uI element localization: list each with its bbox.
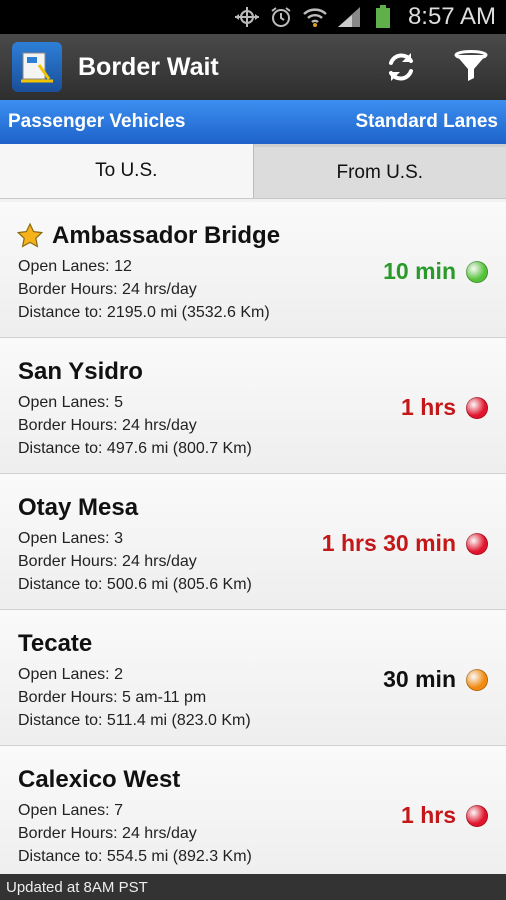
update-footer: Updated at 8AM PST [0, 874, 506, 900]
border-hours: Border Hours: 5 am-11 pm [18, 689, 207, 706]
filter-bar: Passenger Vehicles Standard Lanes [0, 100, 506, 144]
distance: Distance to: 500.6 mi (805.6 Km) [18, 576, 252, 593]
vehicle-type-selector[interactable]: Passenger Vehicles [8, 111, 185, 133]
star-icon[interactable] [16, 222, 44, 250]
crossing-list: Ambassador Bridge Open Lanes: 12 Border … [0, 202, 506, 874]
wait-time: 1 hrs 30 min [321, 530, 456, 556]
signal-icon [336, 5, 362, 29]
wait-time: 1 hrs [401, 802, 456, 828]
open-lanes: Open Lanes: 5 [18, 394, 123, 411]
filter-icon [454, 50, 488, 81]
wait-time: 10 min [383, 258, 456, 284]
refresh-button[interactable] [366, 34, 436, 100]
tab-from-us[interactable]: From U.S. [253, 144, 506, 198]
direction-tabs: To U.S. From U.S. [0, 144, 506, 199]
status-bar: 8:57 AM [0, 0, 506, 34]
crossing-name: Calexico West [18, 766, 181, 793]
lane-type-selector[interactable]: Standard Lanes [355, 111, 498, 133]
status-dot-icon [466, 396, 488, 419]
open-lanes: Open Lanes: 12 [18, 258, 132, 275]
status-time: 8:57 AM [407, 3, 496, 30]
status-dot-icon [466, 260, 488, 283]
border-hours: Border Hours: 24 hrs/day [18, 417, 197, 434]
border-hours: Border Hours: 24 hrs/day [18, 825, 197, 842]
list-item[interactable]: Calexico West Open Lanes: 7 Border Hours… [0, 746, 506, 874]
open-lanes: Open Lanes: 7 [18, 802, 123, 819]
app-title: Border Wait [78, 52, 219, 81]
tab-to-us[interactable]: To U.S. [0, 144, 254, 198]
app-logo-icon[interactable] [12, 42, 62, 92]
distance: Distance to: 2195.0 mi (3532.6 Km) [18, 304, 270, 321]
list-item[interactable]: San Ysidro Open Lanes: 5 Border Hours: 2… [0, 338, 506, 474]
app-bar: Border Wait [0, 34, 506, 100]
battery-icon [370, 5, 396, 29]
refresh-icon [389, 53, 413, 81]
crossing-name: Ambassador Bridge [52, 222, 281, 249]
wifi-icon [302, 5, 328, 29]
open-lanes: Open Lanes: 2 [18, 666, 123, 683]
distance: Distance to: 497.6 mi (800.7 Km) [18, 440, 252, 457]
alarm-icon [268, 5, 294, 29]
border-hours: Border Hours: 24 hrs/day [18, 281, 197, 298]
list-item[interactable]: Tecate Open Lanes: 2 Border Hours: 5 am-… [0, 610, 506, 746]
gps-icon [234, 5, 260, 29]
distance: Distance to: 511.4 mi (823.0 Km) [18, 712, 251, 729]
wait-time: 30 min [383, 666, 456, 692]
filter-button[interactable] [436, 34, 506, 100]
list-item[interactable]: Otay Mesa Open Lanes: 3 Border Hours: 24… [0, 474, 506, 610]
distance: Distance to: 554.5 mi (892.3 Km) [18, 848, 252, 865]
crossing-name: San Ysidro [18, 358, 143, 385]
status-dot-icon [466, 804, 488, 827]
crossing-name: Tecate [18, 630, 93, 657]
list-item[interactable]: Ambassador Bridge Open Lanes: 12 Border … [0, 202, 506, 338]
status-dot-icon [466, 668, 488, 691]
crossing-name: Otay Mesa [18, 494, 139, 521]
status-dot-icon [466, 532, 488, 555]
border-hours: Border Hours: 24 hrs/day [18, 553, 197, 570]
wait-time: 1 hrs [401, 394, 456, 420]
open-lanes: Open Lanes: 3 [18, 530, 123, 547]
